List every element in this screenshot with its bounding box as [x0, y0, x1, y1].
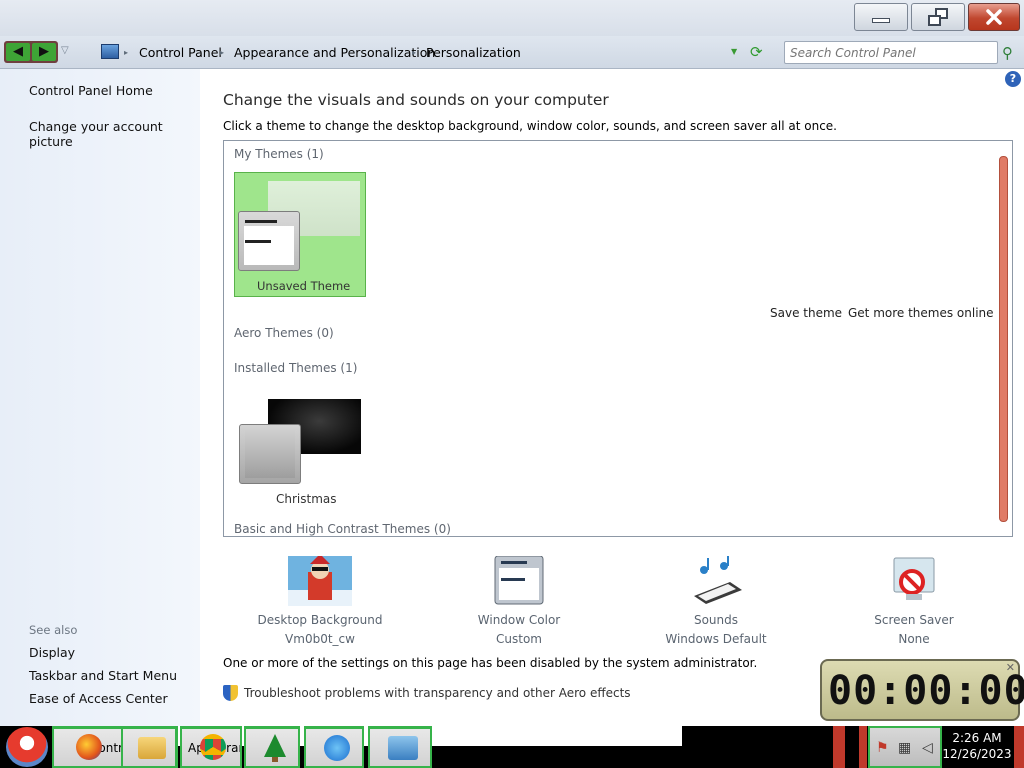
themes-scrollbar[interactable] [999, 156, 1008, 522]
stopwatch-display: 00:00:00 [828, 668, 1024, 714]
stopwatch-gadget[interactable]: 00:00:00 ✕ [820, 659, 1024, 721]
theme-name: Unsaved Theme [257, 279, 351, 293]
customization-label: Screen Saver [874, 613, 954, 627]
sounds-icon [684, 556, 748, 606]
minimize-icon [872, 17, 890, 23]
taskbar-start-menu-link[interactable]: Taskbar and Start Menu [29, 668, 177, 683]
gadget-close-icon[interactable]: ✕ [1006, 661, 1015, 674]
help-icon[interactable]: ? [1005, 71, 1021, 87]
clock-time: 2:26 AM [952, 731, 1002, 745]
change-account-picture-link[interactable]: Change your account picture [29, 119, 200, 149]
address-dropdown-icon[interactable]: ▼ [731, 47, 737, 56]
notification-area: ⚑ ▦ ◁ [868, 726, 942, 768]
get-more-themes-link[interactable]: Get more themes online [848, 306, 994, 320]
theme-name: Christmas [276, 492, 337, 506]
breadcrumb-appearance[interactable]: Appearance and Personalization [234, 45, 435, 60]
close-button[interactable] [968, 3, 1020, 31]
display-link[interactable]: Display [29, 645, 75, 660]
page-instructions: Click a theme to change the desktop back… [223, 119, 837, 133]
firefox-icon [76, 734, 102, 760]
customization-label: Sounds [693, 613, 739, 627]
firefox-taskbar-button[interactable] [58, 726, 114, 768]
show-desktop-button[interactable] [1014, 726, 1024, 768]
title-bar [0, 0, 1024, 36]
remote-desktop-taskbar-button[interactable] [368, 726, 432, 768]
address-bar: ◀ ▶ ▽ ▸ Control Panel ▸ Appearance and P… [0, 36, 1024, 69]
customization-label: Window Color [477, 613, 561, 627]
system-clock[interactable]: 2:26 AM 12/26/2023 [942, 730, 1012, 762]
action-center-icon[interactable]: ⚑ [876, 740, 889, 756]
search-icon[interactable]: ⚲ [1002, 44, 1013, 62]
start-button[interactable] [6, 727, 48, 767]
themes-list: My Themes (1) Unsaved Theme Aero Themes … [223, 140, 1013, 537]
desktop-background-icon [288, 554, 352, 606]
save-theme-link[interactable]: Save theme [770, 306, 842, 320]
remote-desktop-icon [388, 735, 418, 760]
tray-indicator [833, 726, 845, 768]
page-title: Change the visuals and sounds on your co… [223, 91, 609, 109]
close-icon [986, 9, 1002, 25]
group-aero-themes: Aero Themes (0) [234, 326, 334, 340]
window-color-icon [487, 555, 551, 606]
window-color-button[interactable]: Window Color Custom [444, 555, 594, 646]
breadcrumb-separator-icon[interactable]: ▸ [412, 48, 416, 57]
recent-pages-chevron-icon[interactable]: ▽ [61, 45, 69, 56]
chrome-icon [200, 734, 226, 760]
breadcrumb-personalization[interactable]: Personalization [426, 45, 521, 60]
messenger-taskbar-button[interactable] [304, 726, 364, 768]
group-installed-themes: Installed Themes (1) [234, 361, 358, 375]
customization-value: Vm0b0t_cw [285, 632, 355, 646]
theme-unsaved[interactable]: Unsaved Theme [234, 172, 366, 297]
navigation-buttons: ◀ ▶ [4, 41, 58, 63]
restore-button[interactable] [911, 3, 965, 31]
messenger-icon [324, 734, 350, 761]
network-icon[interactable]: ▦ [898, 740, 911, 756]
customization-value: Custom [496, 632, 542, 646]
sounds-button[interactable]: Sounds Windows Default [641, 556, 791, 646]
desktop-background-button[interactable]: Desktop Background Vm0b0t_cw [245, 554, 395, 646]
christmas-tree-taskbar-button[interactable] [244, 726, 300, 768]
customization-label: Desktop Background [257, 613, 383, 627]
troubleshoot-aero-link[interactable]: Troubleshoot problems with transparency … [244, 686, 631, 700]
customization-value: None [898, 632, 930, 646]
chrome-taskbar-button[interactable] [180, 726, 240, 768]
breadcrumb-separator-icon[interactable]: ▸ [220, 48, 224, 57]
breadcrumb-separator-icon[interactable]: ▸ [124, 48, 128, 57]
forward-button[interactable]: ▶ [32, 43, 56, 61]
uac-shield-icon [223, 685, 238, 701]
ease-of-access-link[interactable]: Ease of Access Center [29, 691, 168, 706]
search-input[interactable] [785, 42, 997, 63]
admin-disabled-note: One or more of the settings on this page… [223, 656, 758, 670]
control-panel-icon [101, 44, 119, 59]
taskbar: Control Panel Appearance ⚑ ▦ ◁ 2:26 AM 1… [0, 726, 1024, 768]
tray-indicator [859, 726, 867, 768]
control-panel-home-link[interactable]: Control Panel Home [29, 83, 153, 98]
clock-date: 12/26/2023 [942, 747, 1012, 761]
customization-value: Windows Default [665, 632, 767, 646]
breadcrumb-control-panel[interactable]: Control Panel [139, 45, 222, 60]
minimize-button[interactable] [854, 3, 908, 31]
theme-christmas[interactable]: Christmas [234, 391, 366, 513]
screen-saver-button[interactable]: Screen Saver None [839, 556, 989, 646]
file-explorer-icon [138, 736, 166, 759]
explorer-taskbar-button[interactable] [121, 726, 177, 768]
screen-saver-icon [882, 556, 946, 606]
search-box[interactable] [784, 41, 998, 64]
left-task-pane: Control Panel Home Change your account p… [0, 69, 200, 726]
window-color-sample [238, 211, 300, 271]
refresh-icon[interactable]: ⟳ [750, 43, 763, 61]
window-color-sample [239, 424, 301, 484]
group-basic-high-contrast: Basic and High Contrast Themes (0) [234, 522, 451, 536]
back-button[interactable]: ◀ [6, 43, 30, 61]
see-also-heading: See also [29, 623, 78, 637]
restore-icon [928, 8, 948, 26]
volume-icon[interactable]: ◁ [922, 740, 933, 756]
group-my-themes: My Themes (1) [234, 147, 324, 161]
christmas-tree-icon [264, 733, 286, 762]
